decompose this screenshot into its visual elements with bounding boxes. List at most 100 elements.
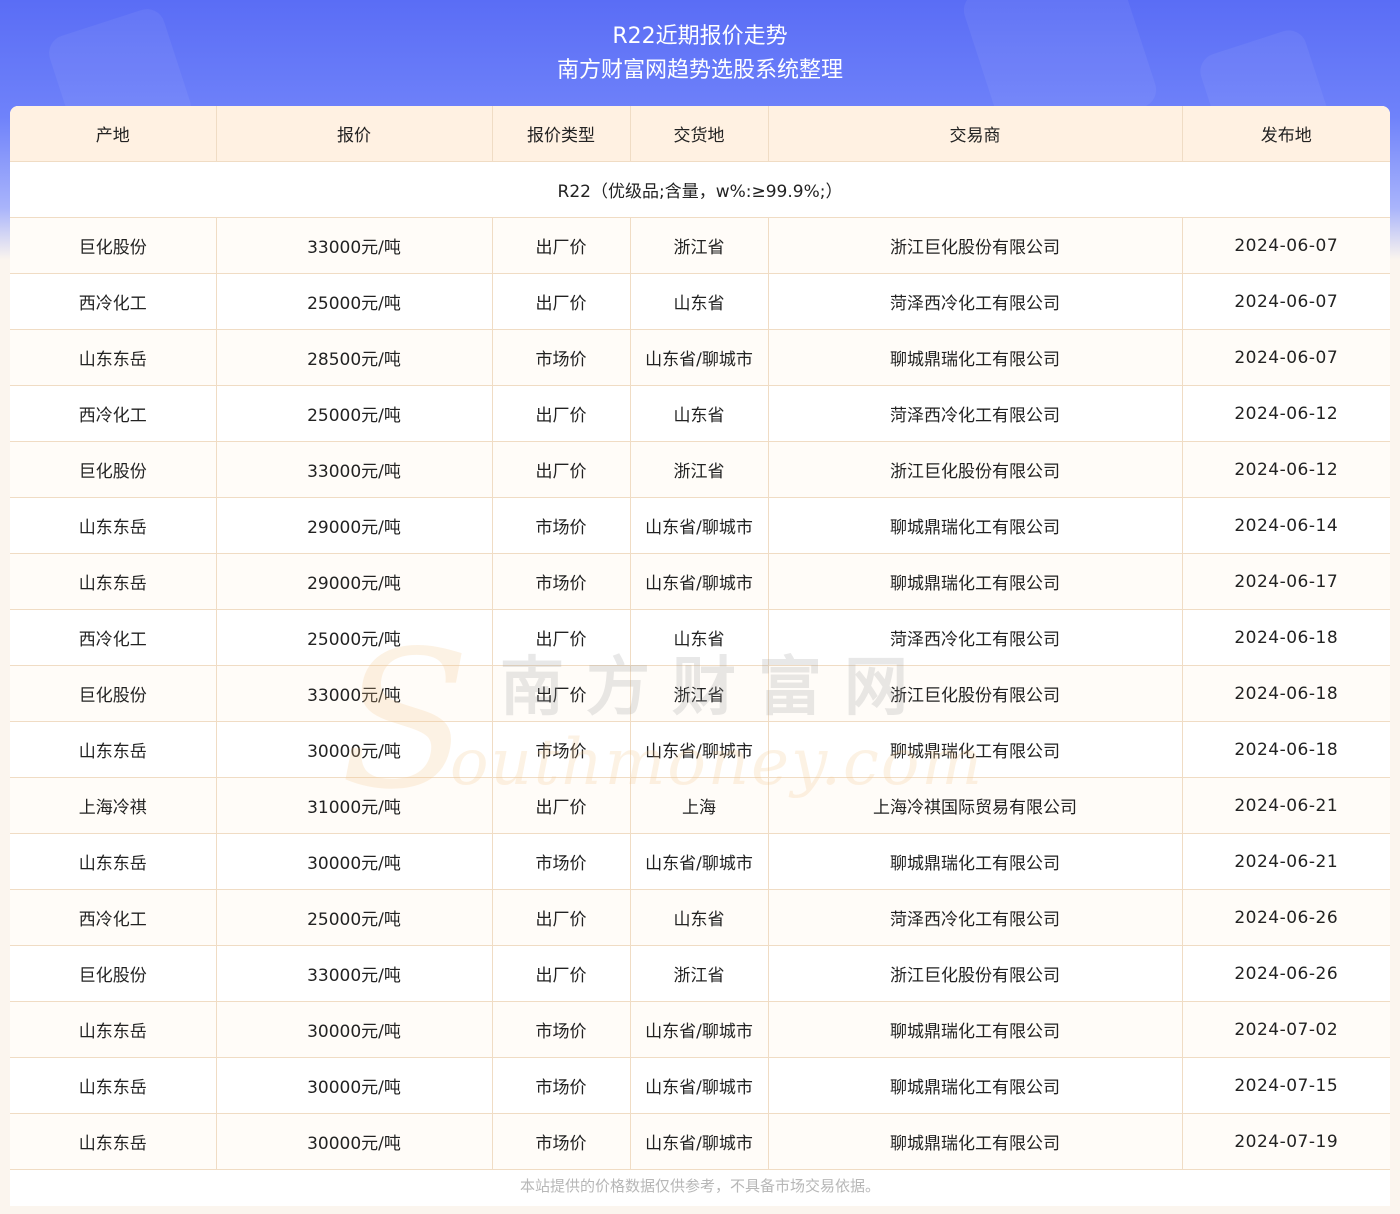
table-row: 巨化股份 33000元/吨 出厂价 浙江省 浙江巨化股份有限公司 2024-06-12: [10, 441, 1390, 498]
product-spec: R22（优级品;含量，w%:≥99.9%;）: [10, 161, 1390, 218]
price-type-cell: 市场价: [492, 1057, 631, 1114]
table-row: 山东东岳 29000元/吨 市场价 山东省/聊城市 聊城鼎瑞化工有限公司 2024-06-…: [10, 497, 1390, 554]
delivery-cell: 上海: [630, 777, 769, 834]
table-row: 山东东岳 30000元/吨 市场价 山东省/聊城市 聊城鼎瑞化工有限公司 2024-07-…: [10, 1057, 1390, 1114]
price-cell: 33000元/吨: [216, 665, 493, 722]
table-row: 巨化股份 33000元/吨 出厂价 浙江省 浙江巨化股份有限公司 2024-06-07: [10, 217, 1390, 274]
trader-cell: 聊城鼎瑞化工有限公司: [768, 833, 1183, 890]
table-row: 山东东岳 28500元/吨 市场价 山东省/聊城市 聊城鼎瑞化工有限公司 2024-06-…: [10, 329, 1390, 386]
price-cell: 25000元/吨: [216, 273, 493, 330]
delivery-cell: 山东省/聊城市: [630, 1001, 769, 1058]
origin-cell: 山东东岳: [10, 1113, 217, 1170]
trader-cell: 浙江巨化股份有限公司: [768, 441, 1183, 498]
origin-cell: 西冷化工: [10, 273, 217, 330]
date-cell: 2024-06-17: [1182, 553, 1390, 610]
footer-disclaimer: 本站提供的价格数据仅供参考，不具备市场交易依据。: [10, 1172, 1390, 1206]
price-cell: 30000元/吨: [216, 1113, 493, 1170]
origin-cell: 西冷化工: [10, 889, 217, 946]
origin-cell: 巨化股份: [10, 665, 217, 722]
trader-cell: 浙江巨化股份有限公司: [768, 945, 1183, 1002]
origin-cell: 巨化股份: [10, 217, 217, 274]
trader-cell: 聊城鼎瑞化工有限公司: [768, 497, 1183, 554]
price-type-cell: 市场价: [492, 833, 631, 890]
column-header-origin: 产地: [10, 106, 217, 162]
date-cell: 2024-06-12: [1182, 441, 1390, 498]
date-cell: 2024-06-26: [1182, 945, 1390, 1002]
trader-cell: 聊城鼎瑞化工有限公司: [768, 721, 1183, 778]
date-cell: 2024-06-14: [1182, 497, 1390, 554]
delivery-cell: 浙江省: [630, 217, 769, 274]
delivery-cell: 山东省/聊城市: [630, 329, 769, 386]
date-cell: 2024-07-19: [1182, 1113, 1390, 1170]
price-type-cell: 出厂价: [492, 441, 631, 498]
delivery-cell: 浙江省: [630, 945, 769, 1002]
delivery-cell: 山东省/聊城市: [630, 1057, 769, 1114]
date-cell: 2024-06-21: [1182, 777, 1390, 834]
page-title-main: R22近期报价走势: [612, 24, 788, 49]
table-row: 山东东岳 30000元/吨 市场价 山东省/聊城市 聊城鼎瑞化工有限公司 2024-07-…: [10, 1001, 1390, 1058]
table-row: 上海冷祺 31000元/吨 出厂价 上海 上海冷祺国际贸易有限公司 2024-06-21: [10, 777, 1390, 834]
origin-cell: 山东东岳: [10, 1057, 217, 1114]
trader-cell: 菏泽西冷化工有限公司: [768, 273, 1183, 330]
price-cell: 30000元/吨: [216, 1001, 493, 1058]
column-header-trader: 交易商: [768, 106, 1183, 162]
trader-cell: 聊城鼎瑞化工有限公司: [768, 553, 1183, 610]
page-subtitle: 南方财富网趋势选股系统整理: [556, 58, 843, 83]
price-cell: 30000元/吨: [216, 1057, 493, 1114]
trader-cell: 聊城鼎瑞化工有限公司: [768, 1113, 1183, 1170]
date-cell: 2024-06-18: [1182, 609, 1390, 666]
price-type-cell: 出厂价: [492, 665, 631, 722]
table-row: 山东东岳 30000元/吨 市场价 山东省/聊城市 聊城鼎瑞化工有限公司 2024-06-…: [10, 833, 1390, 890]
price-cell: 33000元/吨: [216, 441, 493, 498]
delivery-cell: 山东省: [630, 889, 769, 946]
table-header-row: 产地 报价 报价类型 交货地 交易商 发布地: [10, 106, 1390, 162]
table-row: 西冷化工 25000元/吨 出厂价 山东省 菏泽西冷化工有限公司 2024-06-12: [10, 385, 1390, 442]
column-header-price: 报价: [216, 106, 493, 162]
origin-cell: 巨化股份: [10, 945, 217, 1002]
price-type-cell: 市场价: [492, 329, 631, 386]
price-type-cell: 出厂价: [492, 217, 631, 274]
trader-cell: 浙江巨化股份有限公司: [768, 665, 1183, 722]
table-row: 西冷化工 25000元/吨 出厂价 山东省 菏泽西冷化工有限公司 2024-06-07: [10, 273, 1390, 330]
delivery-cell: 山东省/聊城市: [630, 833, 769, 890]
table-row: 山东东岳 30000元/吨 市场价 山东省/聊城市 聊城鼎瑞化工有限公司 2024-07-…: [10, 1113, 1390, 1170]
origin-cell: 山东东岳: [10, 497, 217, 554]
delivery-cell: 山东省/聊城市: [630, 721, 769, 778]
price-cell: 28500元/吨: [216, 329, 493, 386]
origin-cell: 山东东岳: [10, 833, 217, 890]
delivery-cell: 山东省: [630, 273, 769, 330]
price-cell: 25000元/吨: [216, 385, 493, 442]
delivery-cell: 山东省: [630, 609, 769, 666]
trader-cell: 聊城鼎瑞化工有限公司: [768, 329, 1183, 386]
origin-cell: 巨化股份: [10, 441, 217, 498]
trader-cell: 浙江巨化股份有限公司: [768, 217, 1183, 274]
price-cell: 30000元/吨: [216, 721, 493, 778]
date-cell: 2024-06-07: [1182, 329, 1390, 386]
date-cell: 2024-06-12: [1182, 385, 1390, 442]
date-cell: 2024-06-07: [1182, 217, 1390, 274]
price-cell: 33000元/吨: [216, 945, 493, 1002]
price-cell: 29000元/吨: [216, 553, 493, 610]
price-table: 产地 报价 报价类型 交货地 交易商 发布地 R22（优级品;含量，w%:≥99…: [10, 106, 1390, 1170]
price-type-cell: 出厂价: [492, 777, 631, 834]
date-cell: 2024-06-21: [1182, 833, 1390, 890]
origin-cell: 上海冷祺: [10, 777, 217, 834]
price-type-cell: 出厂价: [492, 609, 631, 666]
table-row: 西冷化工 25000元/吨 出厂价 山东省 菏泽西冷化工有限公司 2024-06-18: [10, 609, 1390, 666]
price-cell: 31000元/吨: [216, 777, 493, 834]
price-cell: 29000元/吨: [216, 497, 493, 554]
delivery-cell: 山东省/聊城市: [630, 1113, 769, 1170]
product-row: R22（优级品;含量，w%:≥99.9%;）: [10, 161, 1390, 218]
column-header-price-type: 报价类型: [492, 106, 631, 162]
price-type-cell: 出厂价: [492, 889, 631, 946]
trader-cell: 聊城鼎瑞化工有限公司: [768, 1057, 1183, 1114]
price-cell: 25000元/吨: [216, 889, 493, 946]
origin-cell: 山东东岳: [10, 721, 217, 778]
table-row: 山东东岳 30000元/吨 市场价 山东省/聊城市 聊城鼎瑞化工有限公司 2024-06-…: [10, 721, 1390, 778]
table-row: 西冷化工 25000元/吨 出厂价 山东省 菏泽西冷化工有限公司 2024-06-26: [10, 889, 1390, 946]
price-type-cell: 出厂价: [492, 273, 631, 330]
table-row: 巨化股份 33000元/吨 出厂价 浙江省 浙江巨化股份有限公司 2024-06-18: [10, 665, 1390, 722]
trader-cell: 上海冷祺国际贸易有限公司: [768, 777, 1183, 834]
date-cell: 2024-06-07: [1182, 273, 1390, 330]
price-cell: 25000元/吨: [216, 609, 493, 666]
